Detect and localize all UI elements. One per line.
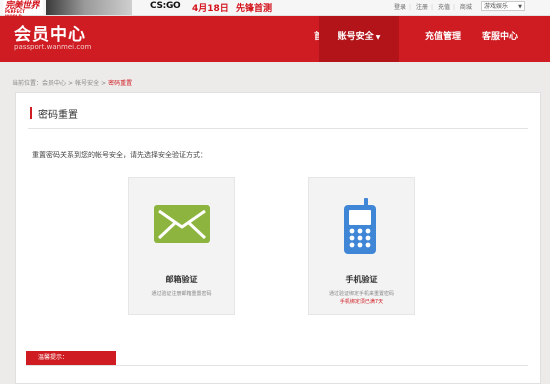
nav-account-security[interactable]: 账号安全 ▼ xyxy=(319,16,399,62)
breadcrumb-prefix: 当前位置： xyxy=(12,80,43,87)
phone-option-note: 手机绑定须已满7天 xyxy=(339,299,384,305)
member-center-logo[interactable]: 会员中心 xyxy=(14,20,86,45)
divider: | xyxy=(409,4,412,11)
divider: | xyxy=(452,4,455,11)
email-option-desc: 通过验证注册邮箱重置密码 xyxy=(151,291,212,297)
perfect-world-logo[interactable]: 完美世界 PERFECT WORLD xyxy=(3,0,43,19)
title-accent-bar xyxy=(30,107,32,119)
breadcrumb-account-security[interactable]: 帐号安全 xyxy=(75,80,99,87)
breadcrumb-separator: > xyxy=(68,80,74,87)
divider xyxy=(26,365,528,366)
phone-option-title: 手机验证 xyxy=(345,275,378,284)
csgo-logo[interactable]: CS:GO xyxy=(150,1,181,11)
envelope-icon xyxy=(154,205,210,243)
chevron-down-icon: ▼ xyxy=(375,34,381,41)
promo-text: 先锋首测 xyxy=(236,4,273,14)
breadcrumb-current: 密码重置 xyxy=(108,80,133,87)
top-links: 登录 | 注册 | 充值 | 商城 xyxy=(394,2,475,11)
breadcrumb-separator: > xyxy=(101,80,107,87)
promo-banner-image[interactable] xyxy=(46,0,132,15)
nav-account-label: 账号安全 xyxy=(337,32,374,42)
intro-text: 重置密码关系到您的帐号安全，请先选择安全验证方式： xyxy=(32,151,207,159)
game-select-dropdown[interactable]: 游戏娱乐 ▼ xyxy=(481,1,525,11)
divider: | xyxy=(430,4,434,11)
top-promo-bar: 完美世界 PERFECT WORLD CS:GO 4月18日 先锋首测 登录| … xyxy=(0,0,550,19)
login-link[interactable]: 登录 xyxy=(394,4,406,11)
register-link[interactable]: 注册 xyxy=(416,4,428,11)
game-select-value: 游戏娱乐 xyxy=(484,3,509,10)
chevron-down-icon: ▼ xyxy=(518,4,522,10)
promo-date: 4月18日 xyxy=(192,4,229,14)
nav-customer-service[interactable]: 客服中心 xyxy=(474,16,526,62)
phone-verification-option[interactable]: 手机验证 通过验证绑定手机来重置密码 手机绑定须已满7天 xyxy=(308,177,415,315)
email-option-title: 邮箱验证 xyxy=(165,275,198,284)
phone-option-desc: 通过验证绑定手机来重置密码 xyxy=(328,291,394,297)
page-title: 密码重置 xyxy=(38,110,78,121)
tips-header: 温馨提示： xyxy=(26,351,116,365)
email-verification-option[interactable]: 邮箱验证 通过验证注册邮箱重置密码 xyxy=(128,177,235,315)
mall-link[interactable]: 商城 xyxy=(460,4,472,11)
nav-recharge[interactable]: 充值管理 xyxy=(419,16,467,62)
breadcrumb: 当前位置：会员中心 > 帐号安全 > 密码重置 xyxy=(12,78,132,87)
divider xyxy=(28,128,528,129)
breadcrumb-member-center[interactable]: 会员中心 xyxy=(42,80,66,87)
recharge-link[interactable]: 充值 xyxy=(438,4,450,11)
site-url: passport.wanmei.com xyxy=(14,43,92,51)
password-reset-panel: 密码重置 重置密码关系到您的帐号安全，请先选择安全验证方式： 邮箱验证 通过验证… xyxy=(15,92,541,384)
site-header: 会员中心 passport.wanmei.com 首页 账号安全▼ 充值管理 客… xyxy=(0,16,550,62)
mobile-phone-icon xyxy=(344,198,376,254)
